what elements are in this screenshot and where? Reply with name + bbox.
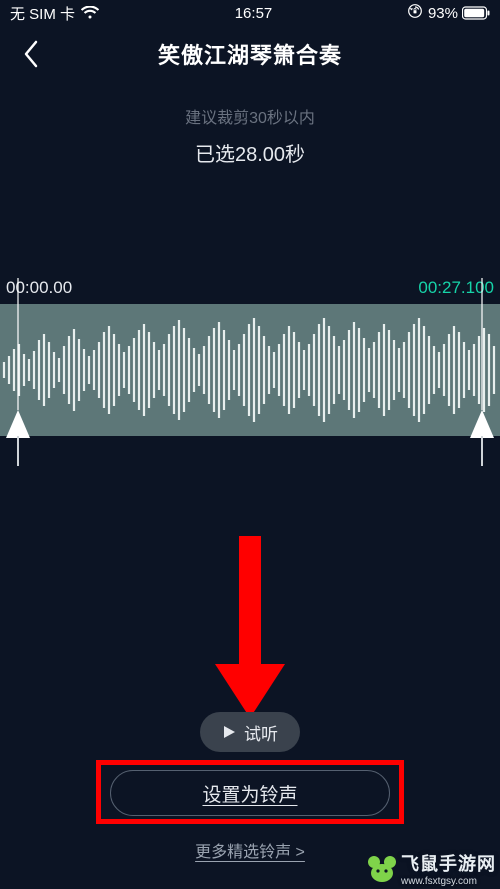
wifi-icon [81,6,99,20]
set-ringtone-button[interactable]: 设置为铃声 [110,770,390,816]
battery-icon [462,6,490,20]
trim-handle-start[interactable] [6,410,30,468]
trim-handles [0,410,500,478]
trim-info: 建议裁剪30秒以内 已选28.00秒 [0,104,500,167]
triangle-up-icon [6,410,30,438]
carrier-label: 无 SIM 卡 [10,3,75,24]
more-ringtones-label: 更多精选铃声 > [195,844,305,861]
triangle-up-icon [470,410,494,438]
rotation-lock-icon [408,4,422,22]
watermark-brand: 飞鼠手游网 [401,850,496,876]
selected-duration: 已选28.00秒 [0,138,500,167]
set-ringtone-label: 设置为铃声 [202,780,297,807]
watermark: 飞鼠手游网 www.fsxtgsy.com [367,850,496,887]
trim-handle-end[interactable] [470,410,494,468]
preview-button[interactable]: 试听 [200,712,300,752]
back-button[interactable] [14,37,48,71]
more-ringtones-link[interactable]: 更多精选铃声 > [195,838,305,862]
play-icon [222,725,236,739]
status-right: 93% [408,4,490,22]
watermark-url: www.fsxtgsy.com [401,876,496,887]
annotation-arrow [215,536,285,718]
status-bar: 无 SIM 卡 16:57 93% [0,0,500,26]
battery-percent: 93% [428,5,458,22]
page-title: 笑傲江湖琴箫合奏 [158,38,342,70]
battery-indicator: 93% [428,5,490,22]
trim-start-time: 00:00.00 [6,278,72,298]
status-time: 16:57 [235,5,273,22]
chevron-left-icon [22,40,40,68]
status-left: 无 SIM 卡 [10,3,99,24]
trim-hint: 建议裁剪30秒以内 [0,104,500,128]
audio-trim-region: 00:00.00 00:27.100 [0,278,500,436]
mouse-logo-icon [367,855,397,883]
preview-label: 试听 [244,720,278,745]
nav-bar: 笑傲江湖琴箫合奏 [0,26,500,82]
time-labels: 00:00.00 00:27.100 [0,278,500,304]
